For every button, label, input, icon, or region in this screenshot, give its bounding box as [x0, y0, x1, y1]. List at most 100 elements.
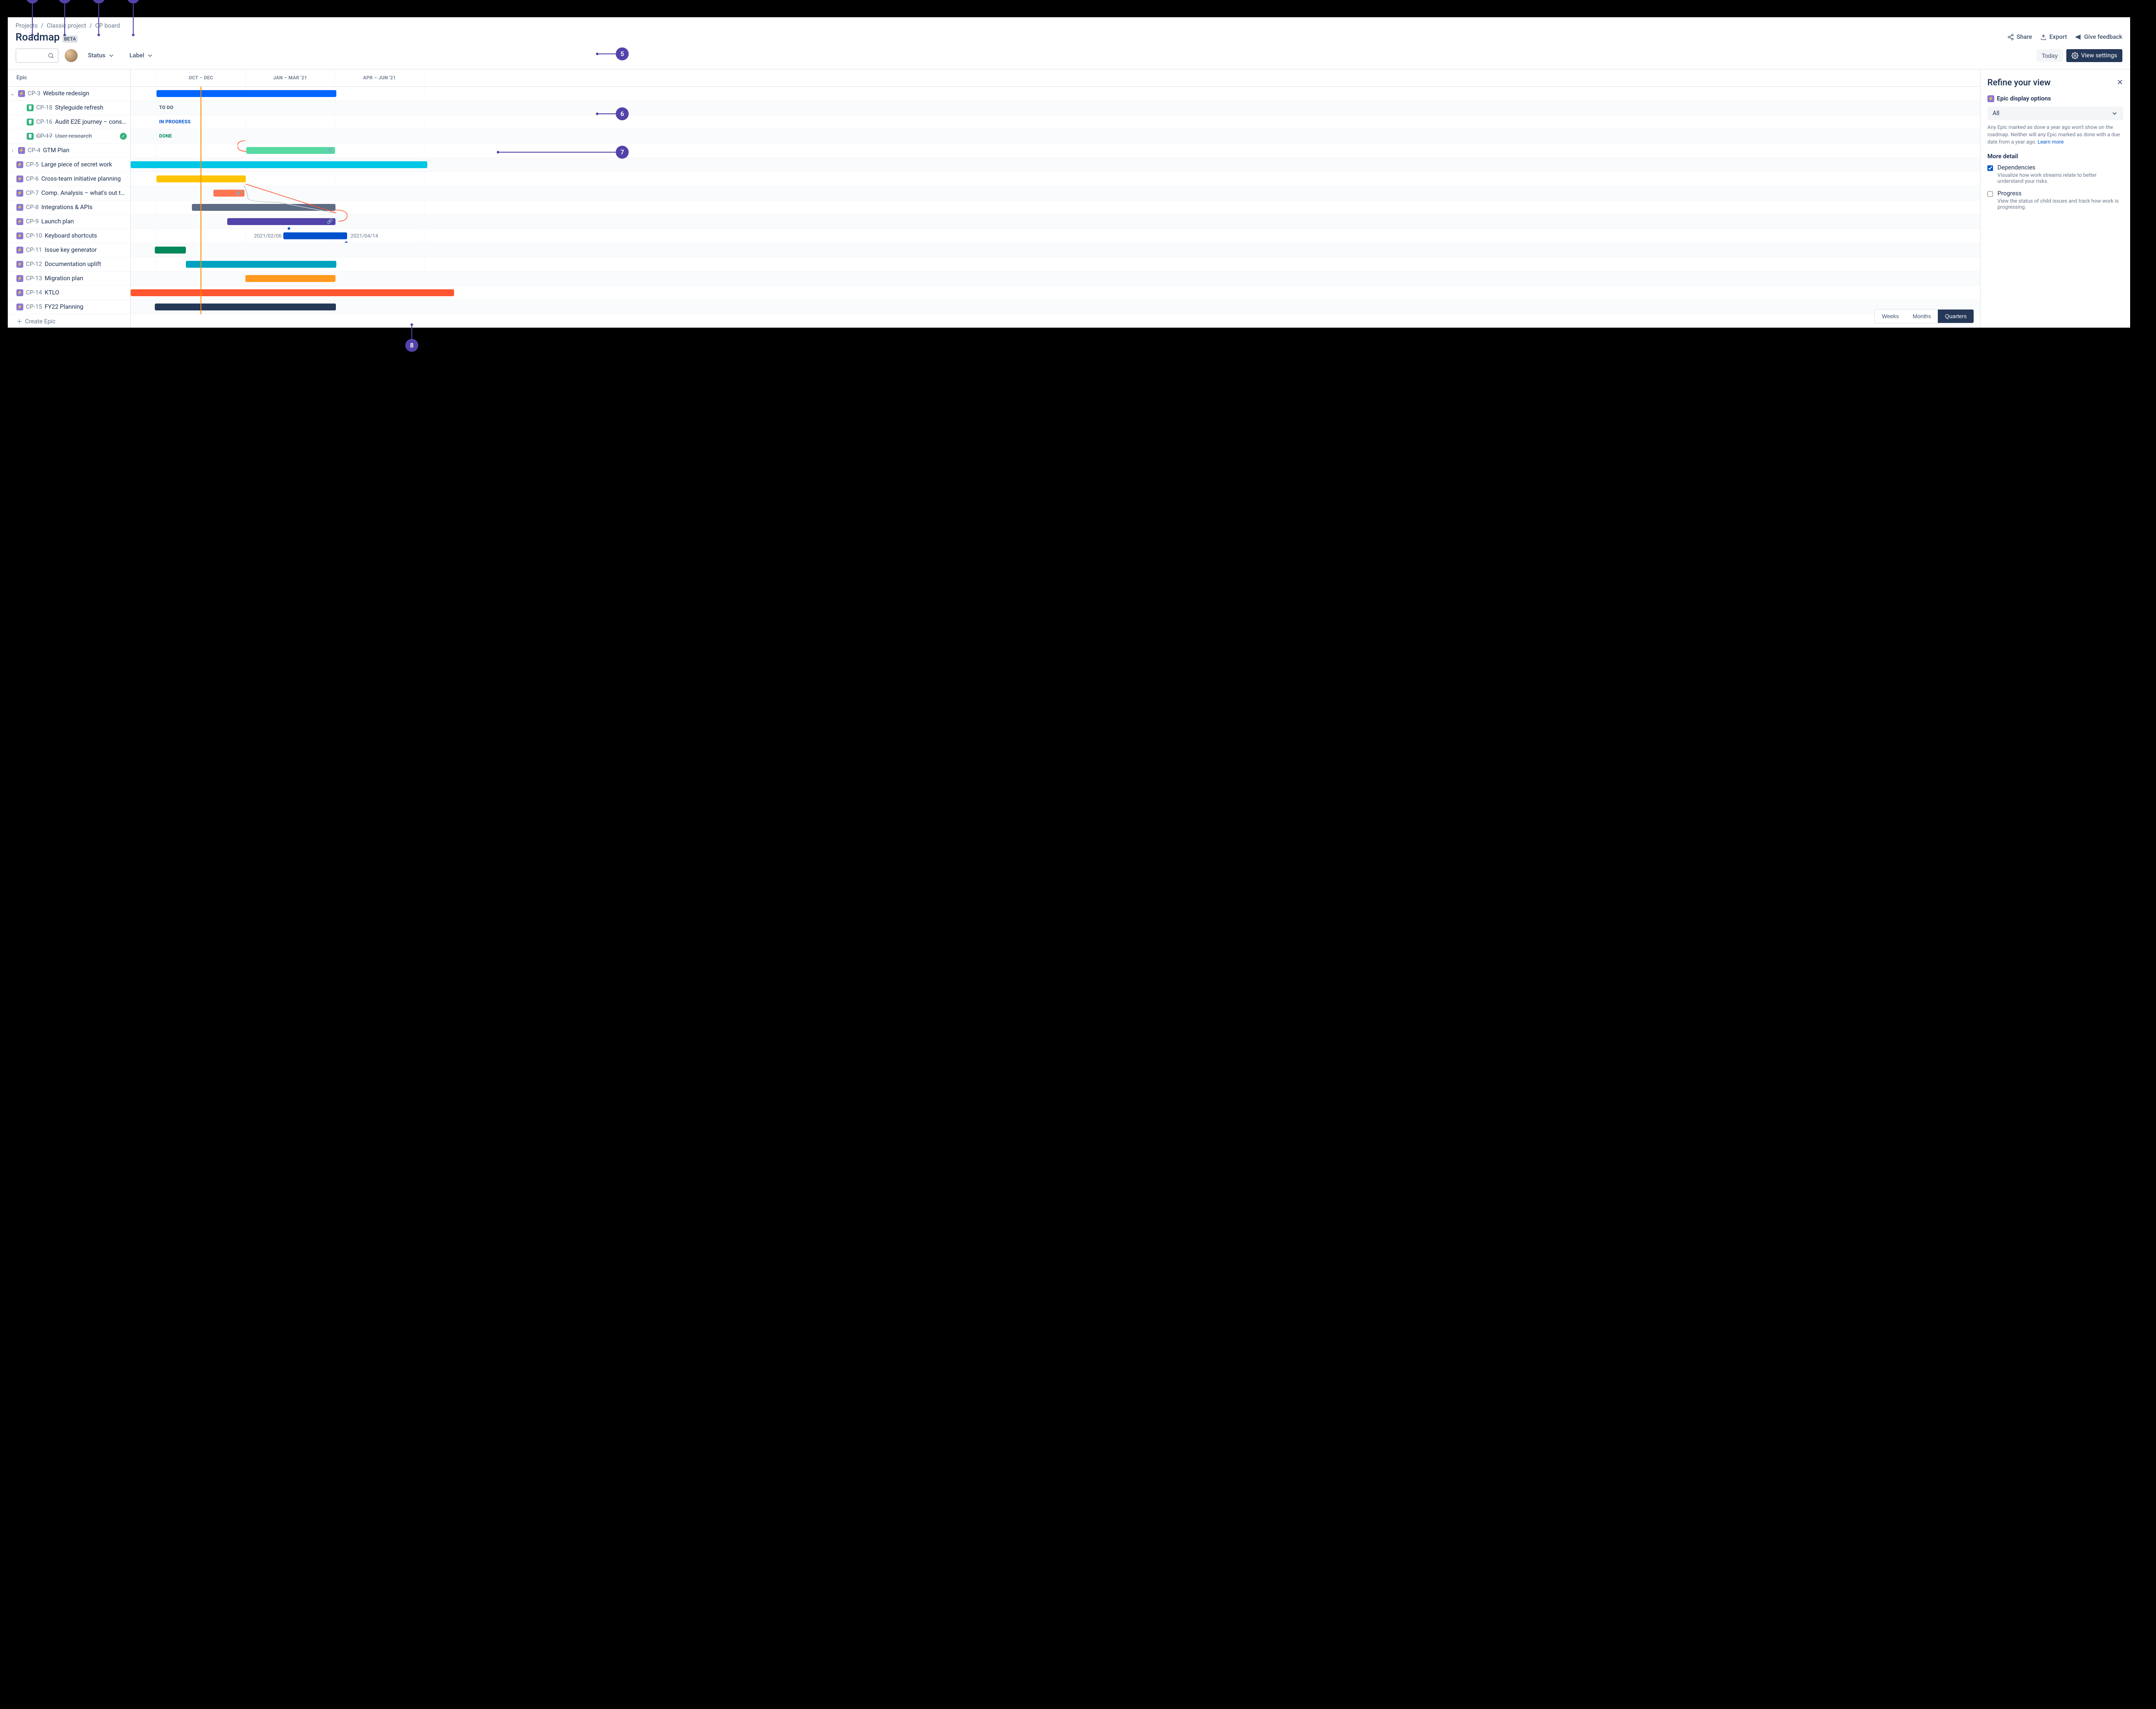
epic-bar[interactable]: [131, 289, 454, 296]
epic-bar[interactable]: [245, 275, 335, 282]
timeline-lane[interactable]: [131, 158, 1980, 172]
epic-row[interactable]: CP-17User research✓: [8, 129, 130, 144]
learn-more-link[interactable]: Learn more: [2037, 139, 2064, 145]
annotation-marker-1: 1: [26, 0, 39, 36]
view-settings-button[interactable]: View settings: [2066, 49, 2122, 62]
timescale-quarters[interactable]: Quarters: [1938, 310, 1974, 323]
epic-row[interactable]: ›⚡CP-4GTM Plan: [8, 144, 130, 158]
epic-icon: ⚡: [1987, 95, 1994, 102]
timeline-lane[interactable]: [131, 300, 1980, 314]
timeline-lane[interactable]: 🔗: [131, 144, 1980, 158]
status-label: TO DO: [159, 105, 173, 110]
epic-bar[interactable]: [192, 204, 335, 211]
search-icon: [47, 52, 54, 59]
issue-key: CP-6: [26, 175, 39, 182]
annotation-marker-3: 3: [92, 0, 105, 36]
timeline-lane[interactable]: [131, 200, 1980, 215]
panel-title: Refine your view ✕: [1987, 77, 2123, 88]
issue-key: CP-5: [26, 161, 39, 168]
today-button[interactable]: Today: [2037, 49, 2063, 62]
epic-row[interactable]: ⌄⚡CP-3Website redesign: [8, 87, 130, 101]
epic-icon: ⚡: [16, 261, 23, 268]
breadcrumb: Projects / Classic project / CP board: [8, 17, 2130, 31]
issue-key: CP-8: [26, 204, 39, 211]
epic-icon: ⚡: [16, 275, 23, 282]
status-dropdown[interactable]: Status: [84, 50, 119, 62]
create-epic-button[interactable]: ＋ Create Epic: [8, 314, 130, 328]
epic-row[interactable]: ⚡CP-5Large piece of secret work: [8, 158, 130, 172]
epic-row[interactable]: ⚡CP-12Documentation uplift: [8, 257, 130, 272]
dependencies-desc: Visualize how work streams relate to bet…: [1997, 172, 2123, 184]
epic-row[interactable]: ⚡CP-9Launch plan: [8, 215, 130, 229]
export-button[interactable]: Export: [2040, 34, 2067, 41]
epic-bar[interactable]: [131, 161, 427, 168]
epic-row[interactable]: CP-18Styleguide refresh: [8, 101, 130, 115]
timeline-lane[interactable]: [131, 87, 1980, 101]
epic-bar[interactable]: 🔗: [227, 218, 335, 225]
timescale-weeks[interactable]: Weeks: [1875, 310, 1906, 323]
timeline-lane[interactable]: [131, 257, 1980, 272]
dependencies-checkbox[interactable]: [1987, 165, 1993, 172]
epic-row[interactable]: ⚡CP-13Migration plan: [8, 272, 130, 286]
chevron-down-icon: [2111, 110, 2118, 117]
timeline-lane[interactable]: TO DO: [131, 101, 1980, 115]
epic-display-header: ⚡ Epic display options: [1987, 95, 2123, 102]
epic-icon: ⚡: [18, 147, 25, 154]
issue-name: Migration plan: [45, 275, 83, 282]
assignee-avatar[interactable]: [65, 49, 78, 62]
epic-bar[interactable]: [283, 232, 347, 239]
timeline-lane[interactable]: [131, 286, 1980, 300]
issue-key: CP-9: [26, 218, 39, 225]
epic-icon: ⚡: [16, 190, 23, 197]
epic-bar[interactable]: [186, 261, 336, 268]
epic-column-header: Epic: [8, 69, 130, 87]
annotation-marker-2: 2: [58, 0, 71, 36]
epic-bar[interactable]: [155, 304, 336, 310]
epic-row[interactable]: CP-16Audit E2E journey – consu…: [8, 115, 130, 129]
expand-toggle[interactable]: ⌄: [9, 91, 16, 97]
progress-checkbox[interactable]: [1987, 191, 1993, 197]
timeline-lane[interactable]: IN PROGRESS: [131, 115, 1980, 129]
epic-row[interactable]: ⚡CP-15FY22 Planning: [8, 300, 130, 314]
epic-row[interactable]: ⚡CP-10Keyboard shortcuts: [8, 229, 130, 243]
timeline-lane[interactable]: [131, 272, 1980, 286]
epic-icon: ⚡: [16, 304, 23, 310]
epic-row[interactable]: ⚡CP-8Integrations & APIs: [8, 200, 130, 215]
epic-bar[interactable]: 🔗: [246, 147, 335, 154]
timescale-months[interactable]: Months: [1906, 310, 1938, 323]
issue-name: FY22 Planning: [45, 304, 84, 310]
label-dropdown[interactable]: Label: [125, 50, 158, 62]
epic-row[interactable]: ⚡CP-7Comp. Analysis – what's out the…: [8, 186, 130, 200]
timeline-lane[interactable]: 🔗: [131, 186, 1980, 200]
expand-toggle[interactable]: ›: [9, 147, 16, 153]
issue-name: Integrations & APIs: [41, 204, 93, 211]
epic-bar[interactable]: 🔗: [213, 190, 244, 197]
timeline-lane[interactable]: [131, 172, 1980, 186]
timeline-lane[interactable]: 🔗: [131, 215, 1980, 229]
feedback-button[interactable]: Give feedback: [2075, 34, 2122, 41]
dependencies-label: Dependencies: [1997, 164, 2123, 171]
beta-badge: BETA: [63, 35, 78, 43]
done-check-icon: ✓: [120, 133, 127, 140]
timeline-header: OCT – DEC JAN – MAR '21 APR – JUN '21: [131, 69, 1980, 87]
date-start-label: 2021/02/06: [254, 233, 282, 239]
epic-row[interactable]: ⚡CP-11Issue key generator: [8, 243, 130, 257]
epic-row[interactable]: ⚡CP-6Cross-team initiative planning: [8, 172, 130, 186]
issue-key: CP-15: [26, 304, 42, 310]
share-button[interactable]: Share: [2007, 34, 2032, 41]
more-detail-header: More detail: [1987, 153, 2123, 160]
export-icon: [2040, 34, 2047, 41]
close-icon[interactable]: ✕: [2117, 78, 2123, 87]
epic-filter-dropdown[interactable]: All: [1987, 106, 2123, 120]
progress-desc: View the status of child issues and trac…: [1997, 198, 2123, 210]
epic-bar[interactable]: [157, 90, 336, 97]
timeline-lane[interactable]: [131, 243, 1980, 257]
epic-row[interactable]: ⚡CP-14KTLO: [8, 286, 130, 300]
epic-bar[interactable]: [155, 247, 186, 254]
epic-icon: ⚡: [18, 90, 25, 97]
epic-help-text: Any Epic marked as done a year ago won't…: [1987, 124, 2123, 145]
story-icon: [27, 133, 34, 140]
timeline-lane[interactable]: 2021/02/062021/04/14: [131, 229, 1980, 243]
timeline-lane[interactable]: DONE: [131, 129, 1980, 144]
search-input[interactable]: [16, 48, 59, 63]
